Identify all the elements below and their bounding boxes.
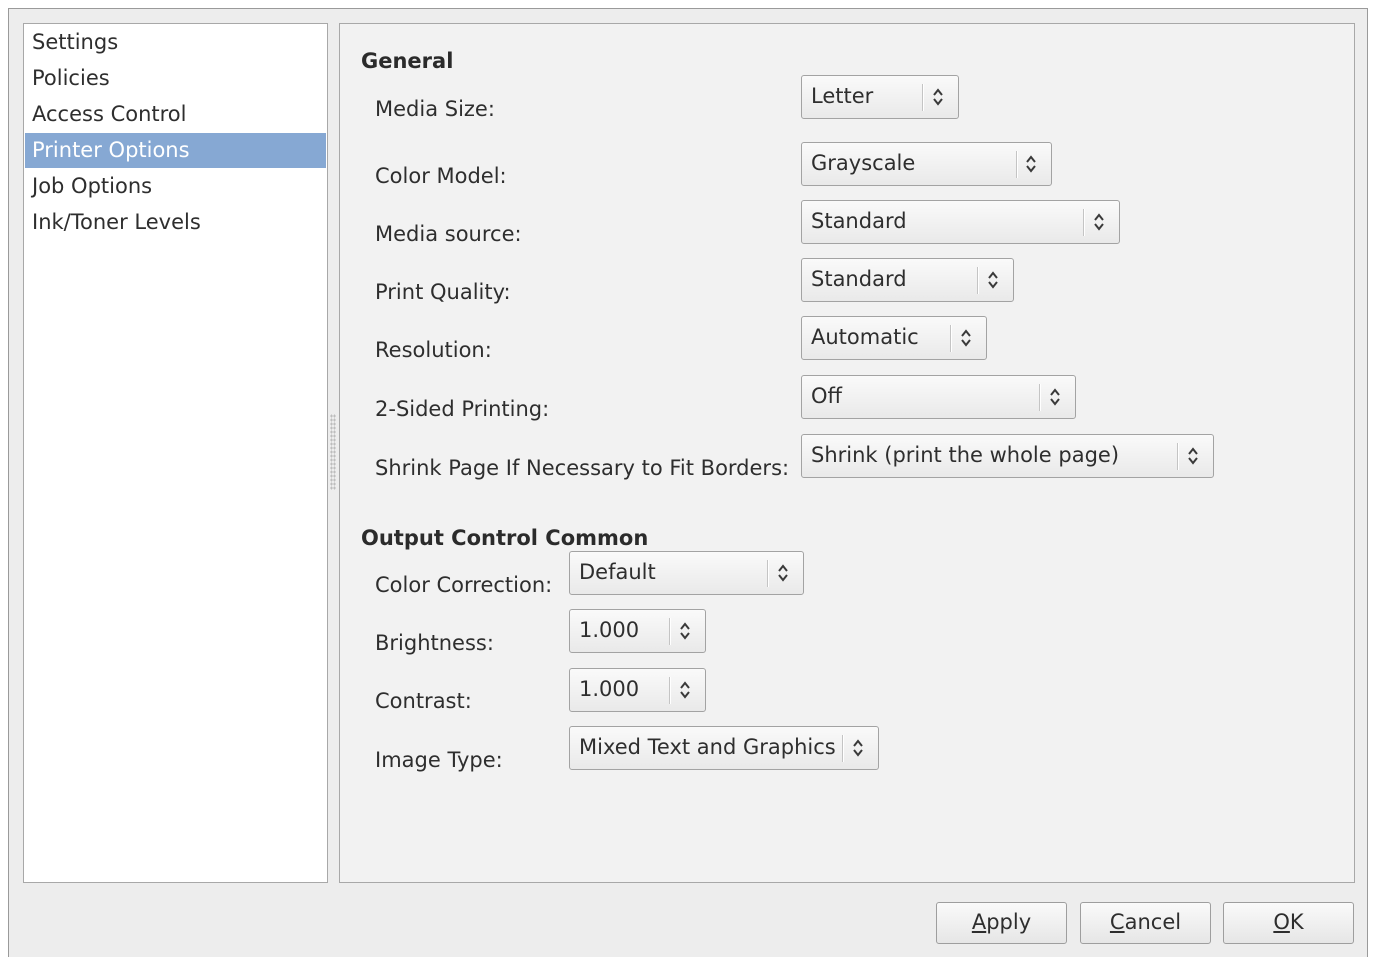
combo-separator <box>922 84 924 111</box>
sidebar: Settings Policies Access Control Printer… <box>23 23 328 883</box>
color-correction-label: Color Correction: <box>375 573 553 597</box>
cancel-button[interactable]: Cancel <box>1080 902 1211 944</box>
brightness-value: 1.000 <box>579 618 640 642</box>
up-down-chevron-icon <box>1026 155 1036 173</box>
contrast-combo[interactable]: 1.000 <box>569 668 706 712</box>
up-down-chevron-icon <box>1188 447 1198 465</box>
color-correction-combo[interactable]: Default <box>569 551 804 595</box>
shrink-page-combo[interactable]: Shrink (print the whole page) <box>801 434 1214 478</box>
printer-properties-dialog: Settings Policies Access Control Printer… <box>8 8 1368 957</box>
brightness-combo[interactable]: 1.000 <box>569 609 706 653</box>
resolution-combo[interactable]: Automatic <box>801 316 987 360</box>
resolution-value: Automatic <box>811 325 919 349</box>
combo-separator <box>1039 384 1041 411</box>
contrast-value: 1.000 <box>579 677 640 701</box>
ok-button[interactable]: OK <box>1223 902 1354 944</box>
sidebar-item-settings[interactable]: Settings <box>25 25 326 60</box>
two-sided-printing-combo[interactable]: Off <box>801 375 1076 419</box>
color-model-combo[interactable]: Grayscale <box>801 142 1052 186</box>
color-model-value: Grayscale <box>811 151 916 175</box>
up-down-chevron-icon <box>778 564 788 582</box>
resolution-label: Resolution: <box>375 338 492 362</box>
image-type-value: Mixed Text and Graphics <box>579 735 836 759</box>
up-down-chevron-icon <box>988 271 998 289</box>
up-down-chevron-icon <box>853 739 863 757</box>
combo-separator <box>950 325 952 352</box>
combo-separator <box>842 735 844 762</box>
cancel-mnemonic: C <box>1109 910 1125 934</box>
media-size-label: Media Size: <box>375 97 495 121</box>
image-type-combo[interactable]: Mixed Text and Graphics <box>569 726 879 770</box>
general-section-title: General <box>361 49 454 73</box>
printer-options-panel: General Media Size: Letter Color Model: … <box>339 23 1355 883</box>
combo-separator <box>1177 443 1179 470</box>
sidebar-item-job-options[interactable]: Job Options <box>25 169 326 204</box>
combo-separator <box>1016 151 1018 178</box>
sidebar-item-policies[interactable]: Policies <box>25 61 326 96</box>
color-correction-value: Default <box>579 560 656 584</box>
pane-resize-handle[interactable] <box>330 414 336 490</box>
contrast-label: Contrast: <box>375 689 472 713</box>
combo-separator <box>977 267 979 294</box>
print-quality-label: Print Quality: <box>375 280 511 304</box>
sidebar-item-printer-options[interactable]: Printer Options <box>25 133 326 168</box>
up-down-chevron-icon <box>933 88 943 106</box>
two-sided-printing-value: Off <box>811 384 842 408</box>
color-model-label: Color Model: <box>375 164 507 188</box>
combo-separator <box>767 560 769 587</box>
combo-separator <box>669 677 671 704</box>
cancel-label: ancel <box>1124 910 1182 934</box>
shrink-page-label: Shrink Page If Necessary to Fit Borders: <box>375 456 790 480</box>
two-sided-printing-label: 2-Sided Printing: <box>375 397 550 421</box>
sidebar-item-ink-toner-levels[interactable]: Ink/Toner Levels <box>25 205 326 240</box>
ok-mnemonic: O <box>1273 910 1290 934</box>
up-down-chevron-icon <box>680 622 690 640</box>
output-control-section-title: Output Control Common <box>361 526 649 550</box>
print-quality-value: Standard <box>811 267 907 291</box>
brightness-label: Brightness: <box>375 631 494 655</box>
apply-button[interactable]: Apply <box>936 902 1067 944</box>
combo-separator <box>1083 209 1085 236</box>
apply-label: pply <box>986 910 1032 934</box>
up-down-chevron-icon <box>680 681 690 699</box>
image-type-label: Image Type: <box>375 748 503 772</box>
media-source-value: Standard <box>811 209 907 233</box>
media-size-combo[interactable]: Letter <box>801 75 959 119</box>
up-down-chevron-icon <box>961 329 971 347</box>
print-quality-combo[interactable]: Standard <box>801 258 1014 302</box>
media-size-value: Letter <box>811 84 874 108</box>
apply-mnemonic: A <box>971 910 987 934</box>
up-down-chevron-icon <box>1050 388 1060 406</box>
ok-label: K <box>1289 910 1304 934</box>
media-source-combo[interactable]: Standard <box>801 200 1120 244</box>
up-down-chevron-icon <box>1094 213 1104 231</box>
sidebar-item-access-control[interactable]: Access Control <box>25 97 326 132</box>
combo-separator <box>669 618 671 645</box>
shrink-page-value: Shrink (print the whole page) <box>811 443 1120 467</box>
media-source-label: Media source: <box>375 222 522 246</box>
